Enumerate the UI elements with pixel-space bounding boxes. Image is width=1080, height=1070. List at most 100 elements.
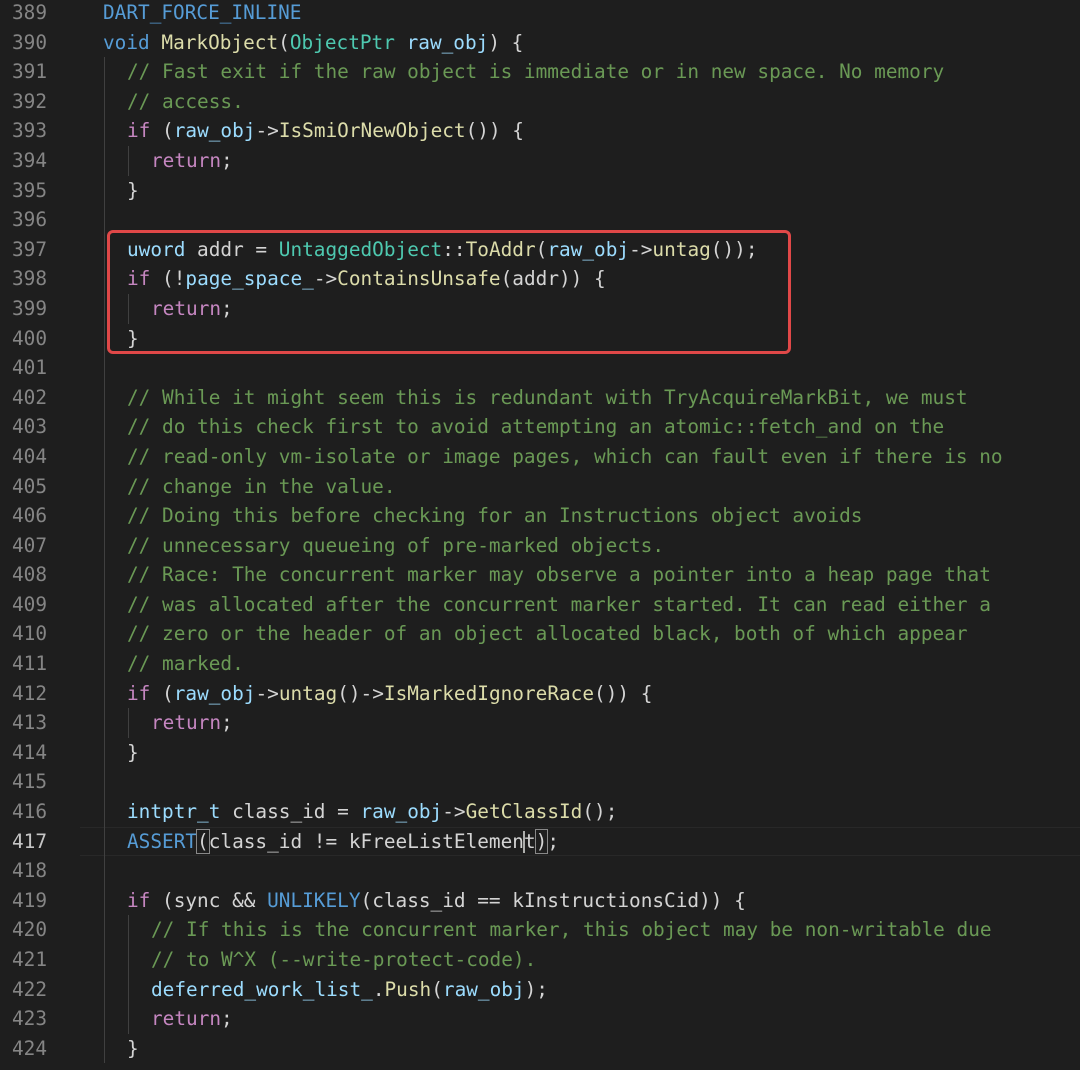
code-text: // Fast exit if the raw object is immedi…	[127, 57, 944, 87]
code-line[interactable]: 400}	[0, 323, 1080, 354]
code-line[interactable]: 410 // zero or the header of an object al…	[0, 619, 1080, 650]
code-token: if	[127, 888, 151, 912]
code-text: // zero or the header of an object alloc…	[127, 619, 968, 649]
indent-guide	[104, 412, 105, 442]
code-line[interactable]: 402 // While it might seem this is redund…	[0, 382, 1080, 413]
code-token: (	[278, 30, 290, 54]
code-line[interactable]: 406 // Doing this before checking for an …	[0, 501, 1080, 531]
code-line[interactable]: 416 intptr_t class_id = raw_obj->GetClass…	[0, 797, 1080, 827]
code-line[interactable]: 392 // access.	[0, 86, 1080, 117]
indent-guide	[104, 86, 105, 117]
line-number: 422	[11, 977, 47, 1001]
code-line[interactable]: 389 DART_FORCE_INLINE	[0, 0, 1080, 28]
code-token: }	[127, 178, 139, 202]
line-number: 420	[11, 918, 47, 942]
code-token: untag	[652, 237, 711, 261]
code-line[interactable]: 397 uword addr = UntaggedObject::ToAddr(r…	[0, 234, 1080, 265]
code-line[interactable]: 413 return;	[0, 708, 1080, 738]
code-line[interactable]: 390 void MarkObject(ObjectPtr raw_obj) {	[0, 28, 1080, 58]
code-line[interactable]: 422 deferred_work_list_.Push(raw_obj);	[0, 974, 1080, 1005]
code-line[interactable]: 393 if (raw_obj->IsSmiOrNewObject()) {	[0, 116, 1080, 146]
code-line[interactable]: 420 // If this is the concurrent marker, …	[0, 915, 1080, 945]
indent-guide	[104, 589, 105, 620]
code-editor[interactable]: 389 DART_FORCE_INLINE 390 void MarkObject(O…	[0, 0, 1080, 1070]
code-line[interactable]: 405 // change in the value.	[0, 471, 1080, 502]
code-line[interactable]: 404 // read-only vm-isolate or image page…	[0, 441, 1080, 472]
code-token: ()) {	[594, 681, 653, 705]
code-text: // was allocated after the concurrent ma…	[127, 590, 991, 620]
code-token: ;	[221, 711, 233, 735]
code-line[interactable]: 414}	[0, 737, 1080, 768]
code-text: if (raw_obj->IsSmiOrNewObject()) {	[127, 116, 524, 146]
line-number: 413	[11, 711, 47, 735]
code-line[interactable]: 409 // was allocated after the concurrent…	[0, 589, 1080, 620]
code-token: // Fast exit if the raw object is immedi…	[127, 60, 945, 84]
indent-guide	[104, 826, 105, 857]
code-line[interactable]: 417 ASSERT(class_id != kFreeListElement);	[0, 826, 1080, 857]
indent-guide	[104, 737, 105, 768]
code-text: // Doing this before checking for an Ins…	[127, 501, 862, 531]
code-token: ());	[710, 237, 758, 261]
indent-guide	[104, 678, 105, 709]
code-text: deferred_work_list_.Push(raw_obj);	[151, 975, 548, 1005]
code-token: t	[523, 829, 536, 853]
code-line[interactable]: 418	[0, 856, 1080, 886]
code-text: // unnecessary queueing of pre-marked ob…	[127, 531, 664, 561]
code-text: // read-only vm-isolate or image pages, …	[127, 442, 1003, 472]
line-number: 419	[11, 888, 47, 912]
code-token: (class_id == kInstructionsCid)) {	[360, 888, 746, 912]
code-token: // marked.	[127, 652, 244, 676]
code-line[interactable]: 398 if (!page_space_->ContainsUnsafe(addr…	[0, 264, 1080, 294]
code-line[interactable]: 408 // Race: The concurrent marker may ob…	[0, 560, 1080, 590]
code-token: ::	[442, 237, 466, 261]
code-token: IsMarkedIgnoreRace	[383, 681, 595, 705]
code-token: GetClassId	[465, 800, 583, 824]
code-line[interactable]: 394 return;	[0, 145, 1080, 176]
code-token: ->	[442, 800, 466, 824]
line-number: 399	[11, 296, 47, 320]
code-line[interactable]: 411 // marked.	[0, 649, 1080, 679]
indent-guide	[104, 945, 105, 975]
code-line[interactable]: 391 // Fast exit if the raw object is imm…	[0, 57, 1080, 87]
indent-guide	[104, 560, 105, 590]
code-line[interactable]: 407 // unnecessary queueing of pre-marked…	[0, 530, 1080, 561]
code-token: (	[150, 681, 174, 705]
code-line[interactable]: 423 return;	[0, 1004, 1080, 1034]
line-number: 404	[11, 444, 47, 468]
code-line[interactable]: 415	[0, 767, 1080, 798]
code-line[interactable]: 412 if (raw_obj->untag()->IsMarkedIgnoreR…	[0, 678, 1080, 709]
code-token: ObjectPtr	[289, 30, 395, 54]
code-token: ();	[582, 800, 618, 824]
code-line[interactable]: 399 return;	[0, 293, 1080, 324]
code-text: }	[127, 324, 139, 354]
code-text: void MarkObject(ObjectPtr raw_obj) {	[103, 28, 523, 58]
code-token: raw_obj	[442, 977, 525, 1001]
indent-guide	[104, 145, 105, 176]
code-line[interactable]: 395}	[0, 175, 1080, 206]
code-token: ;	[221, 1007, 233, 1031]
line-number: 421	[11, 948, 47, 971]
code-token: }	[127, 740, 139, 764]
code-token: )	[534, 828, 549, 854]
indent-guide	[128, 945, 129, 975]
code-line[interactable]: 401	[0, 353, 1080, 383]
line-number: 412	[11, 681, 47, 705]
code-token: // access.	[127, 89, 244, 113]
line-number: 417	[11, 829, 47, 853]
code-token: ASSERT	[127, 829, 198, 853]
line-number: 391	[11, 60, 47, 84]
code-line[interactable]: 424}	[0, 1033, 1080, 1064]
indent-guide	[104, 441, 105, 472]
indent-guide	[104, 856, 105, 886]
indent-guide	[104, 708, 105, 738]
code-line[interactable]: 396	[0, 205, 1080, 235]
line-number: 390	[11, 30, 47, 54]
indent-guide	[128, 293, 129, 324]
code-line[interactable]: 419 if (sync && UNLIKELY(class_id == kIns…	[0, 885, 1080, 916]
indent-guide	[104, 57, 105, 87]
code-token: UntaggedObject	[278, 237, 443, 261]
code-token: ) {	[488, 30, 524, 54]
code-text: // to W^X (--write-protect-code).	[151, 945, 536, 975]
code-line[interactable]: 421 // to W^X (--write-protect-code).	[0, 945, 1080, 975]
code-line[interactable]: 403 // do this check first to avoid attem…	[0, 412, 1080, 442]
